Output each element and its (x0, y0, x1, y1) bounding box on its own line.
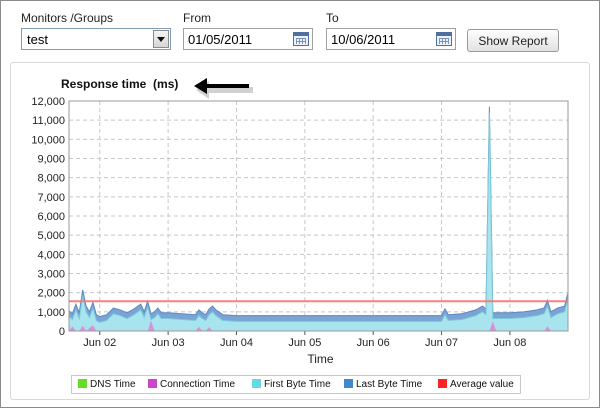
x-tick-label: Jun 04 (220, 337, 253, 349)
y-tick-label: 6,000 (37, 211, 65, 223)
legend-item-first-byte-time: First Byte Time (252, 379, 331, 391)
x-tick-label: Jun 07 (425, 337, 458, 349)
legend-item-dns-time: DNS Time (78, 379, 136, 391)
legend-swatch (344, 379, 353, 388)
report-window: Monitors /Groups test From 01/05/2011 To… (0, 0, 600, 408)
legend-swatch (438, 379, 447, 388)
legend-label: First Byte Time (264, 379, 331, 390)
response-time-chart: 0 1,000 2,000 3,000 4,000 5,000 6,000 7,000 8,00… (1, 1, 599, 407)
y-tick-label: 1,000 (37, 307, 65, 319)
legend-label: Connection Time (160, 379, 235, 390)
y-tick-label: 2,000 (37, 288, 65, 300)
y-tick-label: 0 (59, 326, 65, 338)
legend-item-connection-time: Connection Time (148, 379, 235, 391)
legend-swatch (148, 379, 157, 388)
plot-area (69, 101, 568, 331)
legend-item-average-value: Average value (438, 379, 514, 391)
y-tick-label: 12,000 (31, 96, 65, 108)
y-tick-label: 7,000 (37, 192, 65, 204)
x-tick-label: Jun 08 (493, 337, 526, 349)
legend-swatch (78, 379, 87, 388)
y-tick-label: 4,000 (37, 249, 65, 261)
x-tick-label: Jun 02 (83, 337, 116, 349)
legend-item-last-byte-time: Last Byte Time (344, 379, 422, 391)
y-tick-label: 11,000 (32, 115, 65, 127)
y-tick-label: 3,000 (37, 269, 65, 281)
y-tick-label: 8,000 (37, 173, 65, 185)
x-tick-label: Jun 05 (288, 337, 321, 349)
legend-label: DNS Time (90, 379, 136, 390)
y-tick-label: 10,000 (31, 134, 65, 146)
x-axis-title: Time (307, 352, 334, 366)
legend-swatch (252, 379, 261, 388)
legend-label: Average value (450, 379, 514, 390)
x-tick-label: Jun 03 (152, 337, 185, 349)
y-tick-label: 9,000 (37, 154, 65, 166)
legend-label: Last Byte Time (356, 379, 422, 390)
x-tick-label: Jun 06 (357, 337, 390, 349)
y-tick-label: 5,000 (37, 230, 65, 242)
chart-legend: DNS Time Connection Time First Byte Time… (71, 375, 521, 394)
